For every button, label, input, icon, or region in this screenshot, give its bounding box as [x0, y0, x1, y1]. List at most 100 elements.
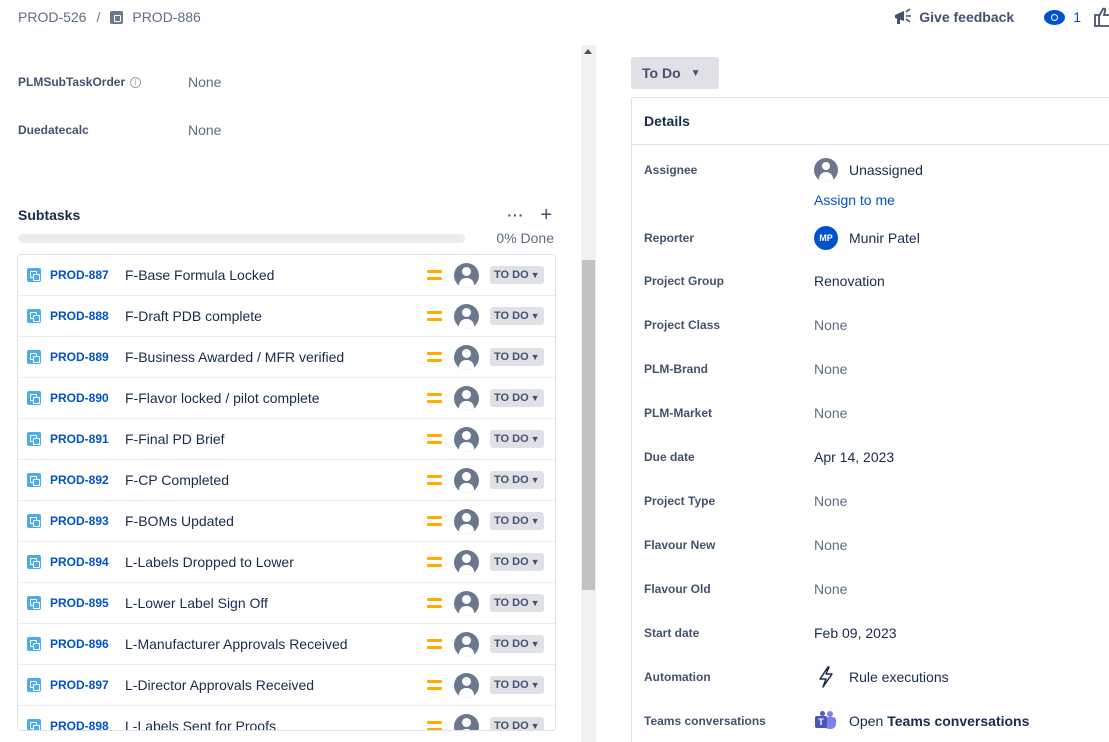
subtask-key-link[interactable]: PROD-891 — [50, 432, 109, 446]
subtask-row[interactable]: PROD-898 L-Labels Sent for Proofs TO DO ▼ — [18, 706, 555, 730]
status-lozenge[interactable]: TO DO ▼ — [490, 471, 544, 489]
like-button[interactable] — [1093, 6, 1109, 28]
subtask-key-link[interactable]: PROD-897 — [50, 678, 109, 692]
unassigned-avatar[interactable] — [454, 508, 479, 534]
plm-market-value[interactable]: None — [814, 405, 847, 421]
status-lozenge[interactable]: TO DO ▼ — [490, 717, 544, 730]
priority-medium-icon[interactable] — [427, 269, 442, 281]
rule-executions-button[interactable]: Rule executions — [814, 666, 949, 688]
priority-medium-icon[interactable] — [427, 597, 442, 609]
subtask-row[interactable]: PROD-894 L-Labels Dropped to Lower TO DO ▼ — [18, 542, 555, 583]
subtask-key-link[interactable]: PROD-896 — [50, 637, 109, 651]
unassigned-avatar[interactable] — [454, 672, 479, 698]
subtask-summary[interactable]: F-CP Completed — [125, 472, 229, 488]
subtask-summary[interactable]: F-Final PD Brief — [125, 431, 225, 447]
field-value[interactable]: None — [188, 122, 221, 138]
subtask-key-link[interactable]: PROD-893 — [50, 514, 109, 528]
project-class-value[interactable]: None — [814, 317, 847, 333]
open-teams-conversations-button[interactable]: T Open Teams conversations — [814, 711, 1029, 731]
status-transition-button[interactable]: To Do ▼ — [631, 57, 719, 89]
assign-to-me-link[interactable]: Assign to me — [814, 192, 895, 208]
status-lozenge[interactable]: TO DO ▼ — [490, 553, 544, 571]
status-lozenge[interactable]: TO DO ▼ — [490, 266, 544, 284]
reporter-field[interactable]: MP Munir Patel — [814, 226, 920, 250]
info-icon[interactable]: i — [130, 76, 142, 88]
subtask-key-link[interactable]: PROD-889 — [50, 350, 109, 364]
flavour-new-value[interactable]: None — [814, 537, 847, 553]
subtask-row[interactable]: PROD-895 L-Lower Label Sign Off TO DO ▼ — [18, 583, 555, 624]
priority-medium-icon[interactable] — [427, 720, 442, 730]
priority-medium-icon[interactable] — [427, 351, 442, 363]
unassigned-avatar[interactable] — [454, 713, 479, 730]
priority-medium-icon[interactable] — [427, 556, 442, 568]
add-subtask-icon[interactable]: + — [540, 205, 552, 225]
subtask-key-link[interactable]: PROD-890 — [50, 391, 109, 405]
unassigned-avatar[interactable] — [454, 344, 479, 370]
subtask-row[interactable]: PROD-891 F-Final PD Brief TO DO ▼ — [18, 419, 555, 460]
unassigned-avatar[interactable] — [454, 590, 479, 616]
subtask-row[interactable]: PROD-896 L-Manufacturer Approvals Receive… — [18, 624, 555, 665]
breadcrumb-parent-link[interactable]: PROD-526 — [18, 9, 86, 25]
subtask-summary[interactable]: F-Flavor locked / pilot complete — [125, 390, 320, 406]
status-lozenge[interactable]: TO DO ▼ — [490, 348, 544, 366]
breadcrumb-current-link[interactable]: PROD-886 — [132, 9, 200, 25]
assignee-field[interactable]: Unassigned — [814, 158, 923, 182]
subtask-key-link[interactable]: PROD-887 — [50, 268, 109, 282]
subtask-key-link[interactable]: PROD-895 — [50, 596, 109, 610]
subtask-summary[interactable]: F-Base Formula Locked — [125, 267, 274, 283]
due-date-value[interactable]: Apr 14, 2023 — [814, 449, 894, 465]
status-lozenge[interactable]: TO DO ▼ — [490, 430, 544, 448]
subtask-key-link[interactable]: PROD-894 — [50, 555, 109, 569]
status-lozenge[interactable]: TO DO ▼ — [490, 594, 544, 612]
status-lozenge[interactable]: TO DO ▼ — [490, 635, 544, 653]
subtask-summary[interactable]: L-Director Approvals Received — [125, 677, 314, 693]
unassigned-avatar[interactable] — [454, 303, 479, 329]
subtask-key-link[interactable]: PROD-888 — [50, 309, 109, 323]
project-group-value[interactable]: Renovation — [814, 273, 885, 289]
subtask-summary[interactable]: F-BOMs Updated — [125, 513, 234, 529]
unassigned-avatar[interactable] — [454, 385, 479, 411]
status-lozenge[interactable]: TO DO ▼ — [490, 307, 544, 325]
priority-medium-icon[interactable] — [427, 433, 442, 445]
unassigned-avatar[interactable] — [454, 262, 479, 288]
subtask-row[interactable]: PROD-887 F-Base Formula Locked TO DO ▼ — [18, 255, 555, 296]
priority-medium-icon[interactable] — [427, 392, 442, 404]
project-type-value[interactable]: None — [814, 493, 847, 509]
unassigned-avatar[interactable] — [454, 467, 479, 493]
status-lozenge[interactable]: TO DO ▼ — [490, 512, 544, 530]
scroll-up-arrow-icon[interactable] — [584, 49, 592, 54]
subtask-row[interactable]: PROD-892 F-CP Completed TO DO ▼ — [18, 460, 555, 501]
unassigned-avatar[interactable] — [454, 426, 479, 452]
watch-button[interactable]: 1 — [1044, 9, 1081, 25]
plm-brand-value[interactable]: None — [814, 361, 847, 377]
subtask-summary[interactable]: F-Business Awarded / MFR verified — [125, 349, 344, 365]
subtask-key-link[interactable]: PROD-892 — [50, 473, 109, 487]
scrollbar[interactable] — [581, 45, 596, 742]
subtask-key-link[interactable]: PROD-898 — [50, 719, 109, 730]
scrollbar-thumb[interactable] — [582, 260, 595, 590]
give-feedback-button[interactable]: Give feedback — [893, 8, 1014, 26]
subtask-summary[interactable]: L-Labels Sent for Proofs — [125, 718, 276, 730]
subtask-row[interactable]: PROD-889 F-Business Awarded / MFR verifie… — [18, 337, 555, 378]
subtask-row[interactable]: PROD-893 F-BOMs Updated TO DO ▼ — [18, 501, 555, 542]
more-options-icon[interactable]: ··· — [507, 207, 524, 223]
status-lozenge[interactable]: TO DO ▼ — [490, 676, 544, 694]
subtask-row[interactable]: PROD-890 F-Flavor locked / pilot complete… — [18, 378, 555, 419]
unassigned-avatar[interactable] — [454, 631, 479, 657]
details-header[interactable]: Details — [632, 98, 1109, 145]
subtask-summary[interactable]: F-Draft PDB complete — [125, 308, 262, 324]
priority-medium-icon[interactable] — [427, 515, 442, 527]
priority-medium-icon[interactable] — [427, 310, 442, 322]
unassigned-avatar[interactable] — [454, 549, 479, 575]
field-value[interactable]: None — [188, 74, 221, 90]
start-date-value[interactable]: Feb 09, 2023 — [814, 625, 897, 641]
subtask-summary[interactable]: L-Labels Dropped to Lower — [125, 554, 294, 570]
flavour-old-value[interactable]: None — [814, 581, 847, 597]
priority-medium-icon[interactable] — [427, 679, 442, 691]
subtask-summary[interactable]: L-Lower Label Sign Off — [125, 595, 268, 611]
priority-medium-icon[interactable] — [427, 474, 442, 486]
status-lozenge[interactable]: TO DO ▼ — [490, 389, 544, 407]
subtask-row[interactable]: PROD-897 L-Director Approvals Received TO … — [18, 665, 555, 706]
subtask-row[interactable]: PROD-888 F-Draft PDB complete TO DO ▼ — [18, 296, 555, 337]
priority-medium-icon[interactable] — [427, 638, 442, 650]
